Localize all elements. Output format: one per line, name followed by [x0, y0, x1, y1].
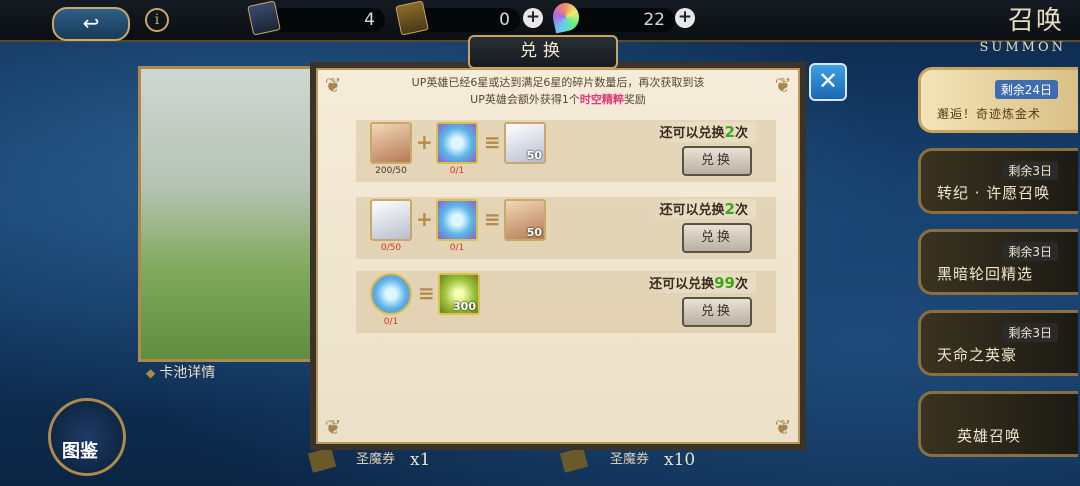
tab-wish-summon[interactable]: 剩余3日 转纪 · 许愿召唤 [918, 148, 1078, 214]
summon-ticket-count: 4 [364, 10, 375, 30]
equals-icon: ≡ [418, 281, 435, 305]
exchange-row: 200/50 + 0/1 ≡ 50 还可以兑换2次 兑换 [356, 120, 776, 182]
pool-detail-link[interactable]: 卡池详情 [146, 362, 215, 382]
tab-label: 邂逅！奇迹炼金术 [937, 107, 1042, 121]
tab-dark-cycle[interactable]: 剩余3日 黑暗轮回精选 [918, 229, 1078, 295]
tab-label: 黑暗轮回精选 [937, 265, 1034, 283]
info-icon[interactable]: i [145, 8, 169, 32]
page-title: 召唤 [1007, 6, 1064, 36]
gold-ticket-count: 0 [499, 10, 510, 30]
remaining-exchanges: 还可以兑换2次 [651, 199, 756, 219]
summon-ticket-icon [247, 0, 281, 36]
tab-label: 转纪 · 许愿召唤 [937, 184, 1051, 202]
back-button[interactable]: ↩ [52, 7, 130, 41]
crystal-item-icon[interactable] [436, 199, 478, 241]
summon-options: 圣魔券 x1 圣魔券 x10 [270, 447, 740, 473]
essence-highlight: 时空精粹 [579, 93, 624, 106]
hero-shard-count: 200/50 [375, 166, 407, 176]
crystal-count: 22 [643, 10, 665, 30]
atlas-label: 图鉴 [62, 441, 98, 462]
exchange-button[interactable]: 兑换 [682, 223, 752, 253]
page-subtitle: SUMMON [979, 40, 1066, 55]
tab-label: 英雄召唤 [957, 427, 1022, 445]
close-icon[interactable]: ✕ [809, 63, 847, 101]
tab-days-badge: 剩余3日 [1002, 242, 1058, 261]
reward-quantity: 50 [526, 226, 542, 239]
desc-line-2: UP英雄会额外获得1个时空精粹奖励 [470, 93, 646, 106]
exchange-dialog: ❦ ❦ ❦ ❦ UP英雄已经6星或达到满足6星的碎片数量后，再次获取到该 UP英… [310, 62, 806, 450]
plus-icon: + [416, 130, 433, 154]
remaining-exchanges: 还可以兑换2次 [651, 122, 756, 142]
tab-days-badge: 剩余3日 [1002, 161, 1058, 180]
corner-ornament: ❦ [774, 415, 792, 439]
equals-icon: ≡ [484, 130, 501, 154]
essence-gem-icon[interactable]: 300 [438, 273, 480, 315]
exchange-description: UP英雄已经6星或达到满足6星的碎片数量后，再次获取到该 UP英雄会额外获得1个… [316, 74, 800, 108]
modal-title: 兑换 [468, 35, 618, 69]
gold-ticket-icon [395, 0, 429, 36]
ticket-icon [307, 447, 337, 473]
reward-hero-shard-icon[interactable]: 50 [504, 122, 546, 164]
plus-icon: + [416, 207, 433, 231]
equals-icon: ≡ [484, 207, 501, 231]
exchange-row: 0/1 ≡ 300 还可以兑换99次 兑换 [356, 271, 776, 333]
crystal-item-icon[interactable] [370, 273, 412, 315]
crystal-item-icon[interactable] [436, 122, 478, 164]
tab-miracle-alchemy[interactable]: 剩余24日 邂逅！奇迹炼金术 [918, 67, 1078, 133]
desc-line-1: UP英雄已经6星或达到满足6星的碎片数量后，再次获取到该 [411, 76, 705, 89]
tab-hero-summon[interactable]: 英雄召唤 [918, 391, 1078, 457]
exchange-button[interactable]: 兑换 [682, 297, 752, 327]
reward-hero-shard-icon[interactable]: 50 [504, 199, 546, 241]
hero-shard-icon[interactable] [370, 122, 412, 164]
reward-quantity: 300 [453, 300, 476, 313]
hero-shard-icon[interactable] [370, 199, 412, 241]
tab-days-badge: 剩余24日 [994, 80, 1058, 99]
back-arrow-icon: ↩ [82, 11, 100, 35]
reward-quantity: 50 [526, 149, 542, 162]
single-summon-count: x1 [410, 450, 431, 470]
add-gold-ticket-button[interactable]: + [523, 8, 543, 28]
ten-summon-count: x10 [664, 450, 696, 470]
ticket-icon [559, 447, 589, 473]
tab-destiny-heroes[interactable]: 剩余3日 天命之英豪 [918, 310, 1078, 376]
exchange-row: 0/50 + 0/1 ≡ 50 还可以兑换2次 兑换 [356, 197, 776, 259]
hero-shard-count: 0/50 [380, 243, 402, 253]
crystal-item-count: 0/1 [383, 317, 399, 327]
tab-days-badge: 剩余3日 [1002, 323, 1058, 342]
corner-ornament: ❦ [324, 415, 342, 439]
single-summon-label[interactable]: 圣魔券 [356, 448, 395, 472]
add-crystal-button[interactable]: + [675, 8, 695, 28]
tab-label: 天命之英豪 [937, 346, 1018, 364]
remaining-exchanges: 还可以兑换99次 [641, 273, 756, 293]
crystal-item-count: 0/1 [449, 166, 465, 176]
exchange-button[interactable]: 兑换 [682, 146, 752, 176]
summon-ticket-counter: 4 [270, 8, 385, 32]
ten-summon-label[interactable]: 圣魔券 [610, 448, 649, 472]
crystal-item-count: 0/1 [449, 243, 465, 253]
